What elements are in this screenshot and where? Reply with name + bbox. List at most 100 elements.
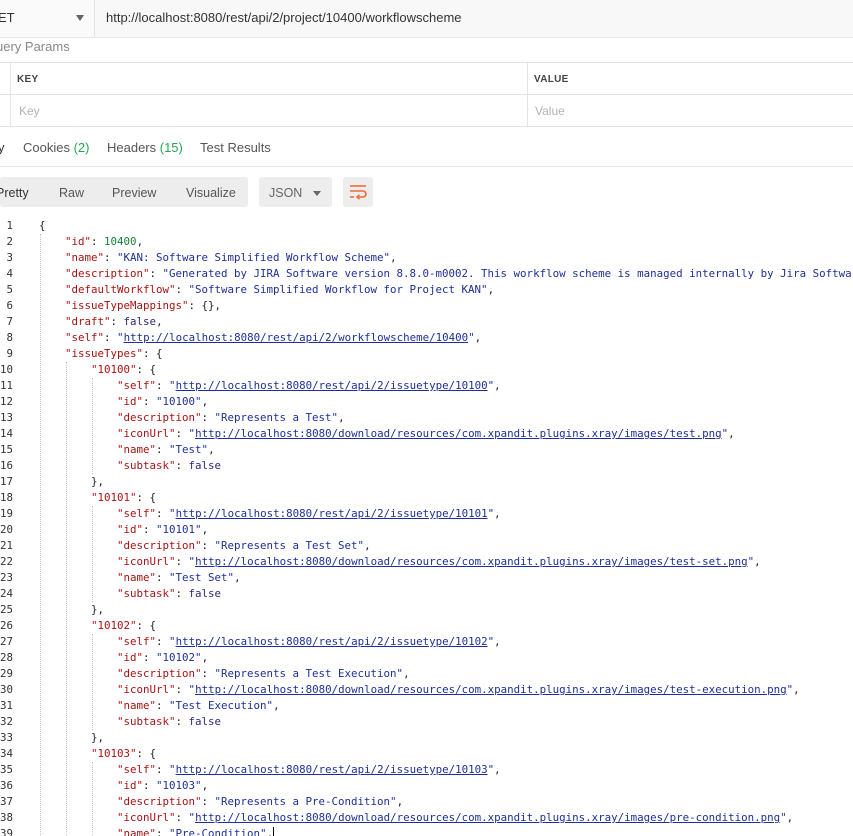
indent-guide [66, 362, 68, 836]
indent-guide [92, 378, 94, 474]
preview-button[interactable]: Preview [112, 186, 156, 200]
table-divider [10, 63, 11, 126]
tab-headers[interactable]: Headers (15) [107, 140, 183, 155]
code-line: 33 }, [0, 730, 853, 746]
format-label: JSON [269, 186, 303, 200]
url-input[interactable]: http://localhost:8080/rest/api/2/project… [106, 10, 462, 25]
line-number: 7 [6, 315, 13, 328]
key-input[interactable]: Key [19, 104, 40, 118]
code-text: "iconUrl": "http://localhost:8080/downlo… [117, 683, 800, 696]
code-line: 25 }, [0, 602, 853, 618]
params-header-row [0, 63, 853, 95]
value-input[interactable]: Value [535, 104, 565, 118]
method-label: ET [0, 10, 15, 25]
code-line: 5 "defaultWorkflow": "Software Simplifie… [0, 282, 853, 298]
code-line: 16 "subtask": false [0, 458, 853, 474]
query-params-section: uery Params [0, 38, 853, 62]
line-number: 11 [0, 379, 14, 392]
line-number: 16 [0, 459, 14, 472]
line-number: 29 [0, 667, 14, 680]
chevron-down-icon [76, 15, 84, 21]
code-text: "self": "http://localhost:8080/rest/api/… [117, 507, 501, 520]
value-column-header: VALUE [534, 74, 569, 85]
line-number: 6 [6, 299, 13, 312]
raw-button[interactable]: Raw [59, 186, 84, 200]
code-line: 22 "iconUrl": "http://localhost:8080/dow… [0, 554, 853, 570]
line-number: 26 [0, 619, 14, 632]
code-line: 39 "name": "Pre-Condition", [0, 826, 853, 836]
code-line: 7 "draft": false, [0, 314, 853, 330]
code-line: 26 "10102": { [0, 618, 853, 634]
visualize-button[interactable]: Visualize [186, 186, 236, 200]
code-line: 24 "subtask": false [0, 586, 853, 602]
code-line: 13 "description": "Represents a Test", [0, 410, 853, 426]
code-line: 38 "iconUrl": "http://localhost:8080/dow… [0, 810, 853, 826]
code-text: { [39, 219, 46, 232]
tab-body[interactable]: y [0, 140, 5, 155]
line-number: 15 [0, 443, 14, 456]
line-number: 32 [0, 715, 14, 728]
code-text: "name": "Pre-Condition", [39, 826, 275, 836]
code-line: 8 "self": "http://localhost:8080/rest/ap… [0, 330, 853, 346]
line-number: 33 [0, 731, 14, 744]
query-params-title: uery Params [0, 39, 70, 54]
code-line: 20 "id": "10101", [0, 522, 853, 538]
code-text: "id": 10400, [65, 235, 144, 248]
code-line: 30 "iconUrl": "http://localhost:8080/dow… [0, 682, 853, 698]
code-line: 19 "self": "http://localhost:8080/rest/a… [0, 506, 853, 522]
code-line: 29 "description": "Represents a Test Exe… [0, 666, 853, 682]
code-text: }, [39, 731, 105, 744]
line-number: 37 [0, 795, 14, 808]
indent-guide [92, 762, 94, 836]
tab-test-results[interactable]: Test Results [200, 140, 271, 155]
line-number: 34 [0, 747, 14, 760]
pretty-button[interactable]: Pretty [0, 186, 29, 200]
code-text: "description": "Generated by JIRA Softwa… [65, 267, 853, 280]
params-table: KEY VALUE Key Value [0, 62, 853, 127]
code-text: }, [39, 603, 105, 616]
line-number: 23 [0, 571, 14, 584]
code-line: 37 "description": "Represents a Pre-Cond… [0, 794, 853, 810]
line-number: 24 [0, 587, 14, 600]
code-text: "10102": { [91, 619, 157, 632]
line-number: 9 [6, 347, 13, 360]
wrap-lines-button[interactable] [343, 177, 373, 207]
code-line: 32 "subtask": false [0, 714, 853, 730]
request-url-bar: ET http://localhost:8080/rest/api/2/proj… [0, 0, 853, 38]
code-line: 9 "issueTypes": { [0, 346, 853, 362]
line-number: 31 [0, 699, 14, 712]
line-number: 3 [6, 251, 13, 264]
code-text: "self": "http://localhost:8080/rest/api/… [117, 379, 501, 392]
code-text: "iconUrl": "http://localhost:8080/downlo… [117, 427, 735, 440]
code-text: }, [39, 475, 105, 488]
code-text: "name": "Test Execution", [117, 699, 280, 712]
code-line: 18 "10101": { [0, 490, 853, 506]
code-line: 35 "self": "http://localhost:8080/rest/a… [0, 762, 853, 778]
code-text: "10100": { [91, 363, 157, 376]
line-number: 35 [0, 763, 14, 776]
code-text: "description": "Represents a Test", [117, 411, 345, 424]
line-number: 39 [0, 827, 14, 836]
method-dropdown[interactable]: ET [0, 0, 95, 37]
line-number: 5 [6, 283, 13, 296]
line-number: 12 [0, 395, 14, 408]
response-tabs: y Cookies (2) Headers (15) Test Results [0, 126, 853, 167]
code-line: 3 "name": "KAN: Software Simplified Work… [0, 250, 853, 266]
line-number: 13 [0, 411, 14, 424]
code-line: 21 "description": "Represents a Test Set… [0, 538, 853, 554]
tab-cookies[interactable]: Cookies (2) [23, 140, 89, 155]
code-line: 36 "id": "10103", [0, 778, 853, 794]
code-line: 23 "name": "Test Set", [0, 570, 853, 586]
code-text: "id": "10103", [117, 779, 209, 792]
line-number: 2 [6, 235, 13, 248]
line-number: 28 [0, 651, 14, 664]
response-body[interactable]: 1{2 "id": 10400, 3 "name": "KAN: Software… [0, 218, 853, 836]
line-number: 18 [0, 491, 14, 504]
code-line: 31 "name": "Test Execution", [0, 698, 853, 714]
tab-body-label: y [0, 140, 5, 155]
key-column-header: KEY [17, 74, 39, 85]
tab-cookies-label: Cookies [23, 140, 74, 155]
code-text: "description": "Represents a Test Execut… [117, 667, 410, 680]
code-text: "issueTypeMappings": {}, [65, 299, 222, 312]
format-dropdown[interactable]: JSON [259, 177, 332, 207]
